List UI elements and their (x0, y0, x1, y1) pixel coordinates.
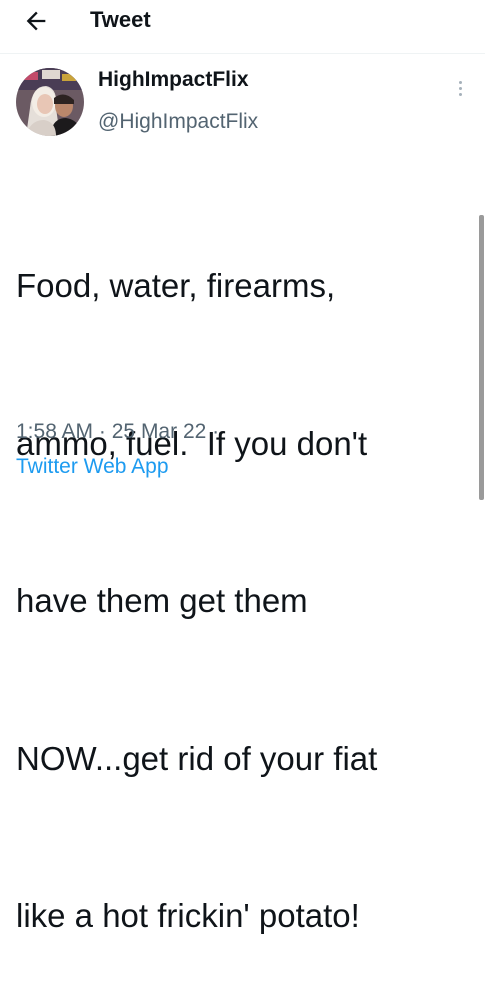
top-bar: Tweet (0, 0, 485, 54)
tweet-text-line: Food, water, firearms, (16, 267, 336, 304)
scrollbar[interactable] (479, 215, 484, 500)
more-options-button[interactable] (453, 78, 467, 100)
tweet-meta: 1:58 AM · 25 Mar 22 · (16, 420, 219, 444)
display-name[interactable]: HighImpactFlix (98, 68, 249, 92)
tweet-text-line: NOW...get rid of your fiat (16, 739, 378, 777)
tweet-text: Food, water, firearms, ammo, fuel. If yo… (16, 155, 476, 995)
arrow-left-icon (26, 11, 46, 31)
user-handle[interactable]: @HighImpactFlix (98, 110, 258, 134)
meta-separator: · (98, 420, 106, 443)
tweet-time[interactable]: 1:58 AM (16, 420, 93, 443)
tweet-text-line: like a hot frickin' potato! (16, 897, 360, 934)
tweet-date[interactable]: 25 Mar 22 (112, 420, 207, 443)
meta-separator: · (212, 420, 220, 443)
more-vertical-icon (458, 81, 462, 84)
back-button[interactable] (18, 6, 58, 36)
page-title: Tweet (90, 7, 151, 32)
tweet-source-link[interactable]: Twitter Web App (16, 455, 169, 479)
avatar[interactable] (16, 68, 84, 136)
tweet-text-line: have them get them (16, 582, 308, 619)
